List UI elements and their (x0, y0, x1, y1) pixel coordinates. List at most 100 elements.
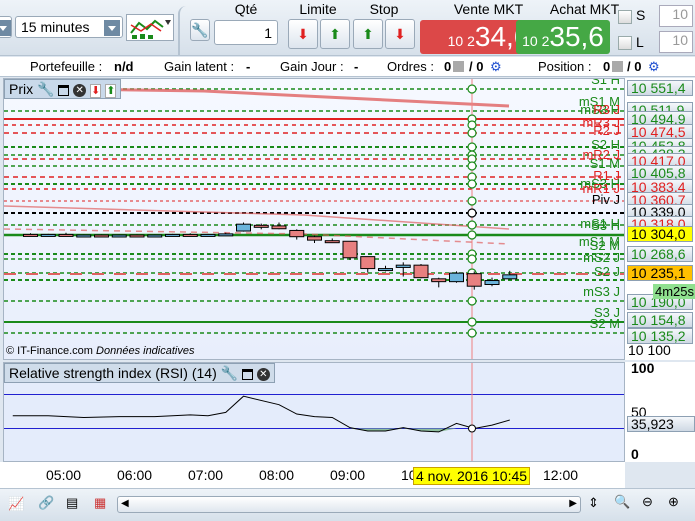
position-count-2[interactable]: / 0 (627, 59, 641, 74)
position-cancel-icon[interactable] (612, 61, 623, 72)
timeframe-value: 15 minutes (21, 19, 90, 35)
candle (147, 234, 163, 238)
time-tick-label: 07:00 (188, 467, 224, 483)
level-name-label: S1 H (591, 78, 620, 87)
arrow-up-icon: ⬆ (362, 26, 374, 42)
zoom-out-icon[interactable]: ⊖ (642, 494, 653, 510)
day-gain-label: Gain Jour : (280, 59, 344, 74)
candle (129, 234, 145, 238)
chart-type-icon[interactable]: 📈 (8, 496, 24, 512)
candle (431, 278, 447, 283)
crosshair-marker (467, 220, 477, 230)
zoom-fit-icon[interactable]: 🔍 (614, 494, 630, 510)
crosshair-marker (467, 317, 477, 327)
limit-sell-button[interactable]: ⬇ (288, 19, 318, 49)
time-tick-label: 08:00 (259, 467, 295, 483)
stop-buy-button[interactable]: ⬆ (353, 19, 383, 49)
crosshair-marker (467, 161, 477, 171)
crosshair-marker (467, 230, 477, 240)
rsi-tick-0: 0 (631, 446, 639, 462)
rsi-chart[interactable]: Relative strength index (RSI) (14) 🔧 ✕ (3, 362, 625, 462)
qty-label: Qté (234, 1, 258, 17)
buy-market-button[interactable]: 10 235,6 (516, 20, 610, 54)
timeframe-select[interactable]: 15 minutes (15, 16, 123, 38)
close-icon[interactable]: ✕ (73, 83, 87, 97)
candle (484, 280, 500, 286)
orders-gear-icon[interactable]: ⚙ (490, 59, 502, 75)
prev-dropdown[interactable] (0, 16, 12, 38)
l-input[interactable]: 10 (659, 31, 693, 53)
l-label: L (636, 34, 644, 50)
crosshair-time-label: 4 nov. 2016 10:45 (413, 467, 531, 485)
portfolio-label: Portefeuille : (30, 59, 103, 74)
price-level-label: 10 268,6 (627, 246, 693, 262)
orders-cancel-icon[interactable] (453, 61, 464, 72)
stop-sell-button[interactable]: ⬇ (385, 19, 415, 49)
s-input[interactable]: 10 (659, 5, 693, 27)
buy-label: Achat MKT (549, 1, 620, 17)
price-panel-title: Prix (9, 81, 34, 97)
limit-buy-button[interactable]: ⬆ (320, 19, 350, 49)
move-up-icon[interactable]: ⬆ (105, 84, 117, 98)
crosshair-marker (467, 128, 477, 138)
candle (360, 256, 376, 270)
latent-gain-value: - (246, 59, 251, 74)
disclaimer: Données indicatives (96, 345, 195, 357)
s-checkbox[interactable] (618, 10, 632, 24)
buy-price-prefix: 10 2 (522, 33, 550, 49)
rsi-value-label: 35,923 (627, 416, 695, 432)
level-name-label: S2 M (589, 316, 620, 331)
rsi-line (12, 395, 510, 433)
toolbar: 15 minutes 🔧 Qté 1 Limite ⬇ ⬆ Stop ⬆ ⬇ V… (0, 0, 695, 56)
price-level-label: 10 551,4 (627, 80, 693, 96)
position-gear-icon[interactable]: ⚙ (648, 59, 660, 75)
window-icon[interactable] (58, 84, 70, 96)
qty-input[interactable]: 1 (214, 20, 278, 45)
l-checkbox[interactable] (618, 36, 632, 50)
price-chart-canvas (4, 79, 624, 359)
price-axis[interactable]: 10 551,410 511,910 494,910 474,510 452,8… (625, 78, 695, 360)
wrench-icon[interactable]: 🔧 (37, 81, 54, 97)
candle (253, 224, 269, 228)
price-tick: 10 100 (628, 342, 671, 358)
candle (342, 240, 358, 259)
price-level-label: 10 304,0 (627, 226, 693, 242)
zoom-in-icon[interactable]: ⊕ (668, 494, 679, 510)
portfolio-value: n/d (114, 59, 134, 74)
scroll-right-icon[interactable]: ▶ (569, 498, 577, 509)
copyright: © IT-Finance.com (6, 345, 93, 357)
move-down-icon[interactable]: ⬇ (90, 84, 102, 98)
price-chart[interactable]: S1 HmS1 MmS3 H R3 JmR3 J R2 J S2 HmR2 J S1 M… (3, 78, 625, 360)
orders-count[interactable]: 0 (444, 59, 451, 74)
candle (40, 233, 56, 237)
stop-label: Stop (369, 1, 399, 17)
window-icon[interactable] (241, 368, 253, 380)
s-label: S (636, 7, 646, 23)
price-level-label: 10 235,1 (627, 265, 693, 281)
settings-wrench-button[interactable]: 🔧 (190, 19, 210, 41)
link-icon[interactable]: 🔗 (38, 495, 54, 511)
arrow-up-icon: ⬆ (329, 26, 341, 42)
close-icon[interactable]: ✕ (256, 367, 270, 381)
data-sheet-icon[interactable]: ▤ (66, 495, 78, 511)
level-name-label: S3 H (591, 218, 620, 233)
horizontal-scrollbar[interactable]: ◀ ▶ (117, 496, 581, 513)
candle (58, 233, 74, 237)
position-label: Position : (538, 59, 592, 74)
scroll-left-icon[interactable]: ◀ (121, 498, 129, 509)
autoscale-icon[interactable]: ⇕ (588, 495, 599, 511)
crosshair-marker (467, 84, 477, 94)
orders-count-2[interactable]: / 0 (469, 59, 483, 74)
arrow-down-icon: ⬇ (297, 26, 309, 42)
candle (76, 234, 92, 238)
order-book-icon[interactable]: ▦ (94, 495, 106, 511)
price-level-label: 10 154,8 (627, 312, 693, 328)
time-axis[interactable]: 05:0006:0007:0008:0009:0010:0011:0012:00… (0, 462, 625, 488)
candle (200, 233, 216, 237)
position-count[interactable]: 0 (603, 59, 610, 74)
rsi-panel-title: Relative strength index (RSI) (14) (9, 365, 217, 381)
indicator-button[interactable] (126, 14, 174, 41)
candle (271, 225, 287, 230)
wrench-icon[interactable]: 🔧 (221, 365, 238, 381)
candle (289, 229, 305, 238)
